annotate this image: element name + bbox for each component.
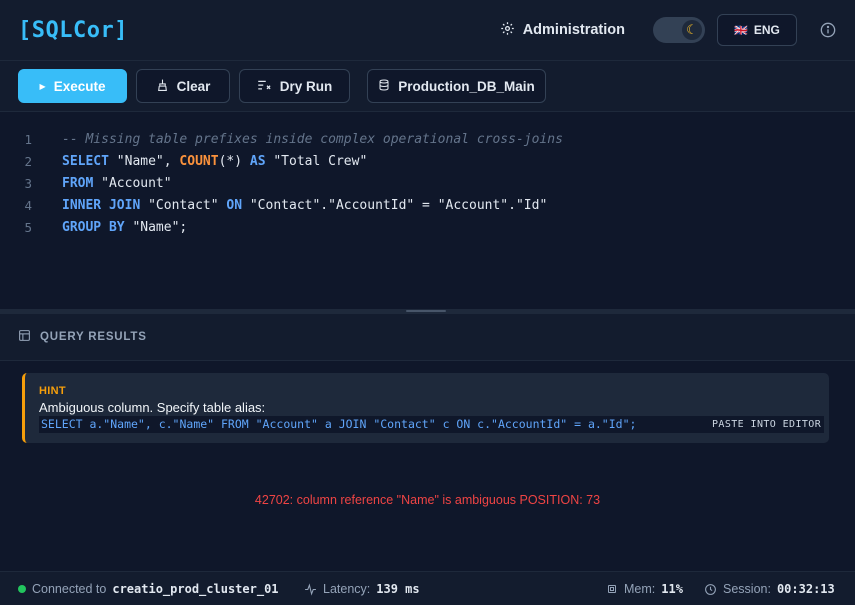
info-icon (820, 22, 836, 38)
code-line: FROM "Account" (62, 175, 172, 191)
editor-line: 2 SELECT "Name", COUNT(*) AS "Total Crew… (0, 150, 855, 172)
code-line: GROUP BY "Name"; (62, 219, 188, 235)
latency-status: Latency: 139 ms (304, 572, 420, 605)
moon-icon: ☾ (682, 20, 702, 40)
clear-button[interactable]: Clear (136, 69, 230, 103)
info-button[interactable] (819, 21, 837, 39)
dry-run-icon (257, 78, 272, 94)
paste-into-editor-button[interactable]: PASTE INTO EDITOR (690, 416, 825, 433)
memory-value: 11% (661, 582, 683, 596)
session-status: Session: 00:32:13 (704, 572, 835, 605)
splitter-grip[interactable] (406, 310, 446, 312)
connection-status: Connected to creatio_prod_cluster_01 (18, 572, 279, 605)
broom-icon (156, 78, 169, 95)
app-header: [SQLCor] Administration ☾ 🇬🇧 ENG (0, 0, 855, 60)
latency-label: Latency: (323, 582, 371, 596)
clock-icon (705, 583, 716, 595)
line-number: 3 (24, 175, 32, 191)
gear-icon (500, 21, 515, 40)
dry-run-label: Dry Run (279, 78, 333, 94)
results-panel: HINT Ambiguous column. Specify table ali… (0, 361, 855, 571)
administration-label: Administration (522, 22, 625, 38)
pulse-icon (305, 582, 316, 596)
line-number: 2 (24, 153, 32, 169)
line-number: 5 (24, 219, 32, 235)
results-header: QUERY RESULTS (0, 314, 855, 361)
execute-button[interactable]: ▶ Execute (18, 69, 127, 103)
sql-editor[interactable]: 1 -- Missing table prefixes inside compl… (0, 113, 855, 309)
execute-label: Execute (53, 78, 106, 94)
language-selector[interactable]: 🇬🇧 ENG (717, 14, 797, 46)
chip-icon (608, 585, 616, 593)
memory-status: Mem: 11% (606, 572, 683, 605)
hint-sql: SELECT a."Name", c."Name" FROM "Account"… (39, 416, 690, 433)
language-label: ENG (753, 23, 780, 37)
table-icon (18, 329, 31, 345)
dry-run-button[interactable]: Dry Run (239, 69, 350, 103)
app-logo: [SQLCor] (18, 17, 128, 43)
editor-line: 5 GROUP BY "Name"; (0, 216, 855, 238)
latency-value: 139 ms (376, 582, 420, 596)
database-label: Production_DB_Main (398, 78, 535, 94)
code-line: SELECT "Name", COUNT(*) AS "Total Crew" (62, 153, 368, 169)
editor-line: 4 INNER JOIN "Contact" ON "Contact"."Acc… (0, 194, 855, 216)
code-line: INNER JOIN "Contact" ON "Contact"."Accou… (62, 197, 548, 213)
line-number: 4 (24, 197, 32, 213)
theme-toggle[interactable]: ☾ (653, 17, 705, 43)
play-icon: ▶ (39, 81, 46, 91)
hint-box: HINT Ambiguous column. Specify table ali… (22, 373, 829, 443)
results-title: QUERY RESULTS (40, 331, 147, 343)
database-icon (378, 78, 390, 95)
administration-button[interactable]: Administration (500, 21, 625, 40)
session-value: 00:32:13 (776, 582, 835, 596)
connected-label: Connected to (32, 582, 107, 596)
editor-line: 1 -- Missing table prefixes inside compl… (0, 128, 855, 150)
line-number: 1 (24, 131, 32, 147)
editor-line: 3 FROM "Account" (0, 172, 855, 194)
code-comment: -- Missing table prefixes inside complex… (62, 131, 563, 147)
error-message: 42702: column reference "Name" is ambigu… (254, 493, 601, 507)
database-selector[interactable]: Production_DB_Main (367, 69, 546, 103)
session-label: Session: (723, 582, 771, 596)
hint-title: HINT (39, 385, 66, 397)
clear-label: Clear (176, 78, 211, 94)
status-bar: Connected to creatio_prod_cluster_01 Lat… (0, 571, 855, 605)
uk-flag-icon: 🇬🇧 (734, 24, 748, 37)
connected-dot-icon (18, 585, 26, 593)
memory-label: Mem: (624, 582, 656, 596)
toolbar: ▶ Execute Clear Dry Run Production_DB_Ma… (0, 60, 855, 112)
cluster-name: creatio_prod_cluster_01 (112, 582, 279, 596)
hint-message: Ambiguous column. Specify table alias: (39, 400, 266, 415)
